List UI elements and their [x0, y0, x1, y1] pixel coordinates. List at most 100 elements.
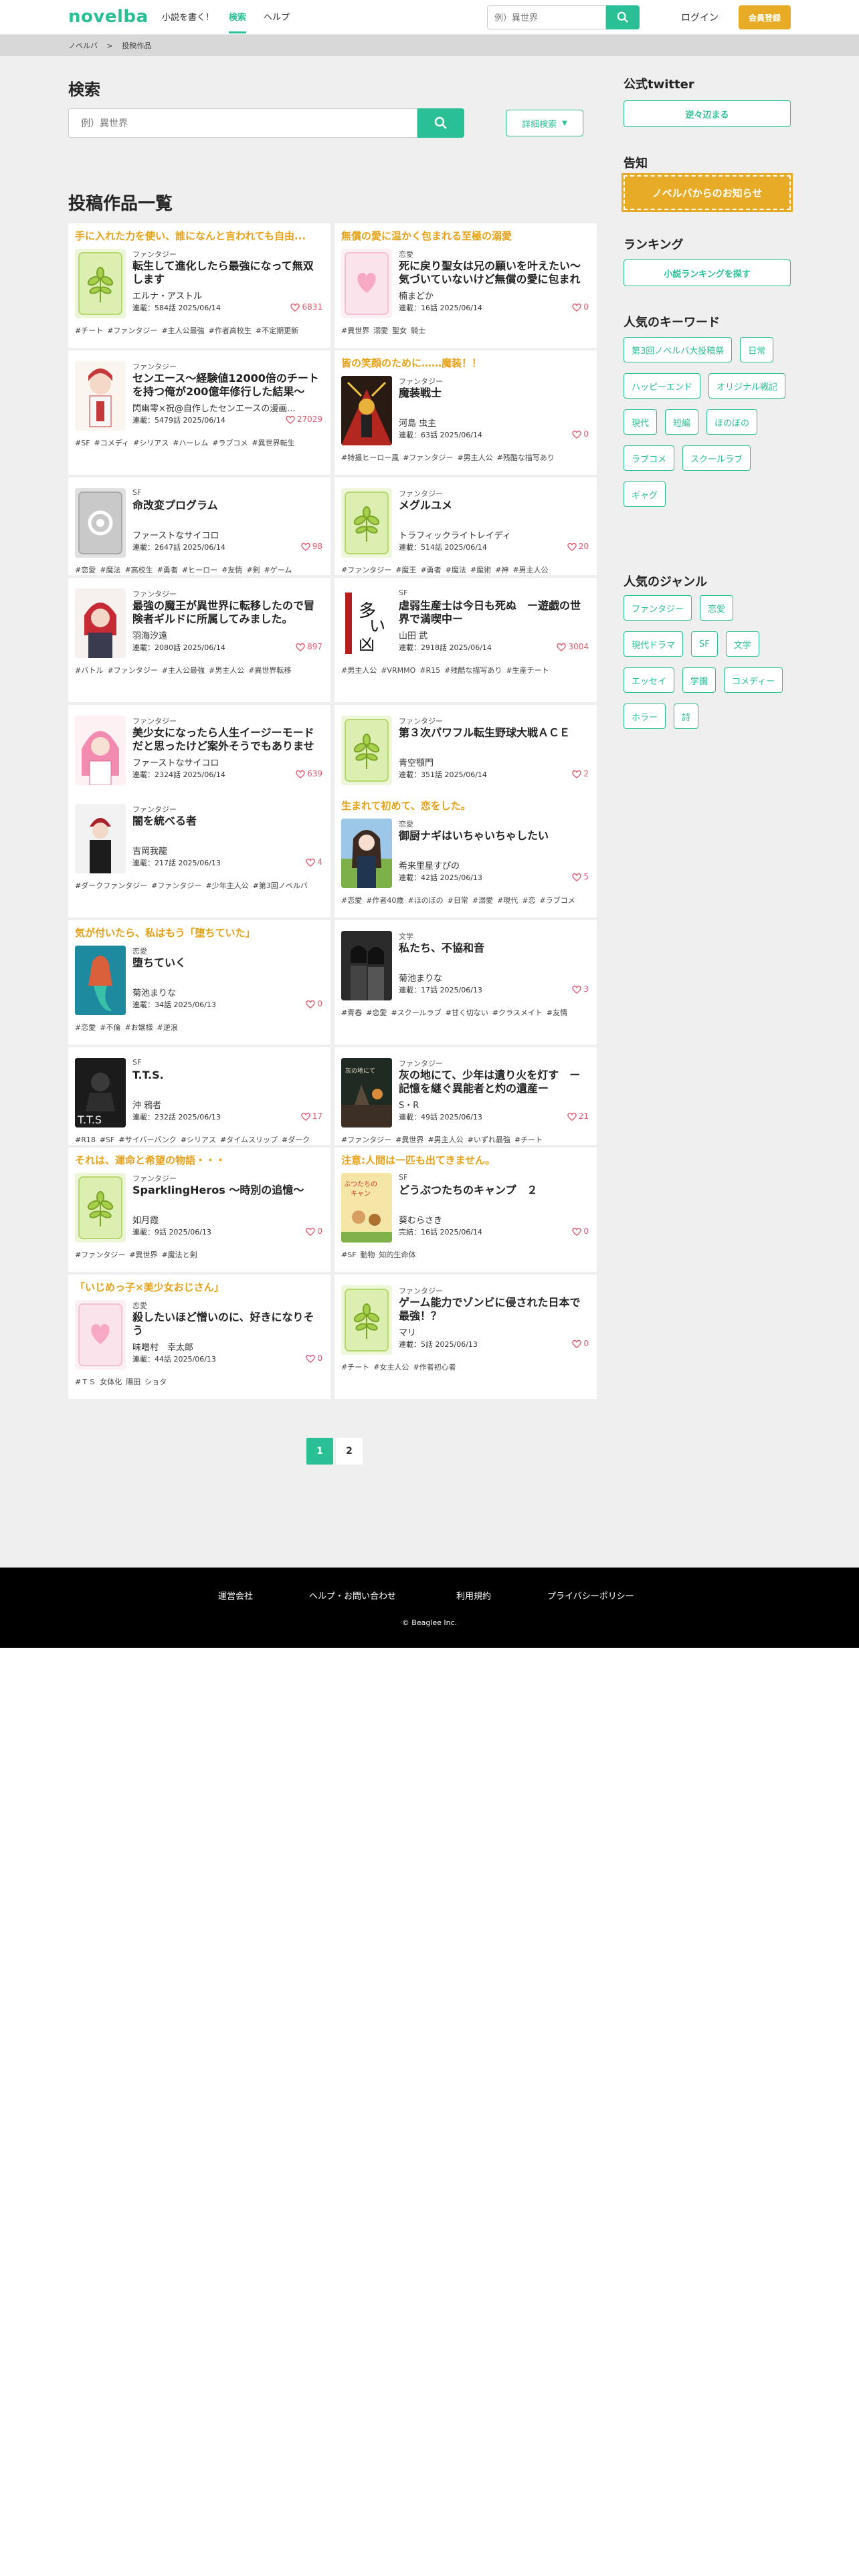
- work-tag[interactable]: #異世界: [395, 1136, 423, 1144]
- work-title[interactable]: センエース〜経験値12000倍のチートを持つ俺が200億年修行した結果〜: [132, 372, 324, 399]
- work-title[interactable]: T.T.S.: [132, 1069, 324, 1095]
- work-tag[interactable]: #ダークファンタジー: [75, 881, 147, 890]
- work-title[interactable]: 美少女になったら人生イージーモードだと思ったけど案外そうでもありません: [132, 726, 324, 753]
- work-cover-image[interactable]: 多い凶: [341, 588, 392, 658]
- work-tag[interactable]: #コメディ: [94, 439, 129, 447]
- work-tag[interactable]: #R15: [419, 666, 440, 675]
- work-author[interactable]: 楠まどか: [399, 289, 590, 302]
- main-search-input[interactable]: [68, 108, 417, 138]
- work-author[interactable]: ファーストなサイコロ: [132, 756, 324, 768]
- work-author[interactable]: 味噌村 幸太郎: [132, 1340, 324, 1353]
- work-title[interactable]: 灰の地にて、少年は遺り火を灯す ー記憶を継ぐ異能者と灼の遺産ー: [399, 1069, 590, 1095]
- genre-chip[interactable]: コメディー: [724, 667, 783, 693]
- work-tag[interactable]: #ファンタジー: [403, 453, 453, 462]
- work-tag[interactable]: #恋愛: [75, 566, 96, 574]
- work-card[interactable]: ファンタジー 闇を統べる者 吉岡我龍 連載：217話 2025/06/13 4 #ダークフ…: [68, 793, 330, 918]
- work-card[interactable]: ファンタジー ゲーム能力でゾンビに侵された日本で最強！？ マリ 連載：5話 2025/…: [335, 1275, 597, 1399]
- work-cover-image[interactable]: [341, 716, 392, 785]
- work-tag[interactable]: #チート: [514, 1136, 543, 1144]
- work-card[interactable]: T.T.S SF T.T.S. 沖 鴉者 連載：232話 2025/06/13 17 #R1…: [68, 1047, 330, 1145]
- footer-privacy-link[interactable]: プライバシーポリシー: [547, 1589, 634, 1602]
- work-title[interactable]: ゲーム能力でゾンビに侵された日本で最強！？: [399, 1296, 590, 1323]
- login-link[interactable]: ログイン: [681, 11, 719, 24]
- work-author[interactable]: 河島 虫主: [399, 416, 590, 429]
- work-tag[interactable]: #SF: [75, 439, 90, 447]
- work-card[interactable]: 灰の地にて ファンタジー 灰の地にて、少年は遺り火を灯す ー記憶を継ぐ異能者と灼の遺…: [335, 1047, 597, 1145]
- work-cover-image[interactable]: [75, 716, 126, 785]
- work-tag[interactable]: #ファンタジー: [341, 1136, 391, 1144]
- keyword-chip[interactable]: スクールラブ: [682, 445, 751, 471]
- work-tag[interactable]: #恋愛: [341, 896, 362, 905]
- work-tag[interactable]: #日常: [448, 896, 468, 905]
- work-tag[interactable]: #ヒーロー: [182, 566, 217, 574]
- work-title[interactable]: 御厨ナギはいちゃいちゃしたい: [399, 829, 590, 856]
- work-title[interactable]: メグルユメ: [399, 499, 590, 526]
- work-tag[interactable]: #逆浪: [157, 1023, 178, 1032]
- genre-chip[interactable]: 学園: [682, 667, 717, 693]
- work-cover-image[interactable]: [341, 1285, 392, 1355]
- work-author[interactable]: S・R: [399, 1098, 590, 1111]
- genre-chip[interactable]: SF: [691, 631, 718, 657]
- work-title[interactable]: 私たち、不協和音: [399, 942, 590, 968]
- work-tag[interactable]: #高校生: [124, 566, 153, 574]
- work-cover-image[interactable]: [75, 488, 126, 558]
- work-tag[interactable]: #ゲーム: [264, 566, 292, 574]
- work-cover-image[interactable]: [75, 1300, 126, 1370]
- work-card[interactable]: それは、運命と希望の物語・・・ ファンタジー SparklingHeros 〜時別の…: [68, 1148, 330, 1272]
- work-title[interactable]: 転生して進化したら最強になって無双します: [132, 259, 324, 286]
- work-tag[interactable]: #VRMMO: [381, 666, 415, 675]
- work-cover-image[interactable]: 灰の地にて: [341, 1058, 392, 1128]
- work-tag[interactable]: #友情: [547, 1008, 567, 1017]
- work-author[interactable]: 葵むらさき: [399, 1213, 590, 1226]
- work-tag[interactable]: #ファンタジー: [75, 1251, 125, 1259]
- work-tag[interactable]: #異世界: [341, 326, 369, 335]
- work-tag[interactable]: #恋愛: [366, 1008, 387, 1017]
- work-tag[interactable]: #ファンタジー: [107, 326, 157, 335]
- work-tag[interactable]: #作者40歳: [366, 896, 403, 905]
- work-tag[interactable]: #魔法: [446, 566, 466, 574]
- work-cover-image[interactable]: [341, 488, 392, 558]
- genre-chip[interactable]: 現代ドラマ: [624, 631, 684, 657]
- work-tag[interactable]: #友情: [221, 566, 242, 574]
- keyword-chip[interactable]: 第3回ノベルバ大投稿祭: [624, 337, 733, 362]
- work-tag[interactable]: #男主人公: [341, 666, 377, 675]
- work-tag[interactable]: #不定期更新: [256, 326, 298, 335]
- footer-company-link[interactable]: 運営会社: [218, 1589, 253, 1602]
- work-tag[interactable]: ショタ: [145, 1378, 167, 1386]
- work-tag[interactable]: #現代: [497, 896, 518, 905]
- work-cover-image[interactable]: [341, 931, 392, 1000]
- work-title[interactable]: 虐弱生産士は今日も死ぬ ー遊戯の世界で満喫中ー: [399, 599, 590, 626]
- work-tag[interactable]: #溺愛: [472, 896, 493, 905]
- work-author[interactable]: 吉岡我龍: [132, 844, 324, 857]
- work-card[interactable]: 無償の愛に温かく包まれる至極の溺愛 恋愛 死に戻り聖女は兄の願いを叶えたい〜気づいて…: [335, 223, 597, 348]
- work-card[interactable]: 気が付いたら、私はもう「堕ちていた」 恋愛 堕ちていく 菊池まりな 連載：34話 202…: [68, 920, 330, 1045]
- work-cover-image[interactable]: [341, 819, 392, 888]
- work-tag[interactable]: #魔術: [470, 566, 491, 574]
- work-title[interactable]: 命改変プログラム: [132, 499, 324, 526]
- work-cover-image[interactable]: [75, 588, 126, 658]
- keyword-chip[interactable]: ほのぼの: [706, 409, 758, 435]
- work-author[interactable]: 山田 武: [399, 629, 590, 641]
- register-button[interactable]: 会員登録: [739, 5, 791, 29]
- work-tag[interactable]: #チート: [75, 326, 103, 335]
- work-tag[interactable]: #サイバーパンク: [118, 1136, 176, 1144]
- footer-help-link[interactable]: ヘルプ・お問い合わせ: [309, 1589, 396, 1602]
- work-cover-image[interactable]: [75, 361, 126, 431]
- work-tag[interactable]: #異世界転移: [248, 666, 291, 675]
- work-card[interactable]: ファンタジー センエース〜経験値12000倍のチートを持つ俺が200億年修行した結…: [68, 350, 330, 475]
- keyword-chip[interactable]: ハッピーエンド: [624, 373, 701, 399]
- work-title[interactable]: 堕ちていく: [132, 956, 324, 983]
- genre-chip[interactable]: ファンタジー: [624, 595, 692, 621]
- work-tag[interactable]: #シリアス: [133, 439, 169, 447]
- work-tag[interactable]: #スクールラブ: [391, 1008, 441, 1017]
- work-title[interactable]: 死に戻り聖女は兄の願いを叶えたい〜気づいていないけど無償の愛に包まれてます〜: [399, 259, 590, 286]
- work-tag[interactable]: #SF: [100, 1136, 115, 1144]
- work-author[interactable]: 羽海汐遠: [132, 629, 324, 641]
- work-tag[interactable]: #甘く切ない: [446, 1008, 488, 1017]
- work-tag[interactable]: 陽田: [126, 1378, 140, 1386]
- work-tag[interactable]: #勇者: [157, 566, 178, 574]
- work-tag[interactable]: #作者初心者: [413, 1363, 456, 1372]
- work-tag[interactable]: #お嬢様: [124, 1023, 153, 1032]
- work-tag[interactable]: #ラブコメ: [212, 439, 248, 447]
- work-tag[interactable]: #剣: [246, 566, 260, 574]
